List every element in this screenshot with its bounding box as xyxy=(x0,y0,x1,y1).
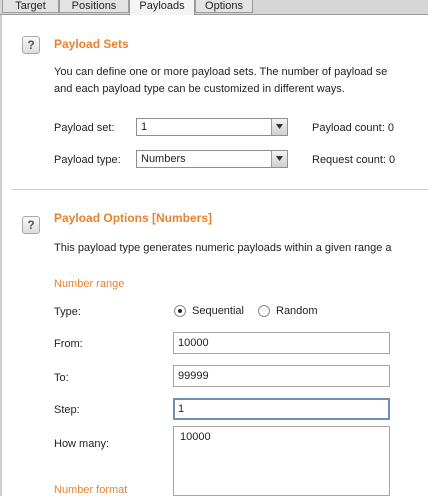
how-many-label: How many: xyxy=(54,438,110,450)
tab-bar: Target Positions Payloads Options xyxy=(0,0,428,15)
step-value: 1 xyxy=(178,403,185,415)
payload-type-select[interactable]: Numbers xyxy=(136,150,288,168)
tab-positions[interactable]: Positions xyxy=(59,0,129,13)
payload-type-label: Payload type: xyxy=(54,154,121,166)
to-field[interactable]: 99999 xyxy=(173,365,390,387)
payload-set-label: Payload set: xyxy=(54,122,115,134)
tab-payloads[interactable]: Payloads xyxy=(129,0,195,15)
from-field[interactable]: 10000 xyxy=(173,332,390,354)
number-format-subheading: Number format xyxy=(54,484,128,496)
random-label: Random xyxy=(276,305,318,317)
payload-sets-description-line2: and each payload type can be customized … xyxy=(54,83,345,95)
request-count-label: Request count: 0 xyxy=(312,154,396,166)
section-divider xyxy=(12,189,428,190)
tab-options[interactable]: Options xyxy=(195,0,253,13)
payload-sets-heading: Payload Sets xyxy=(54,37,129,51)
from-value: 10000 xyxy=(178,337,209,349)
payload-type-value: Numbers xyxy=(141,153,186,165)
payload-options-description: This payload type generates numeric payl… xyxy=(54,242,392,254)
from-label: From: xyxy=(54,338,83,350)
to-value: 99999 xyxy=(178,370,209,382)
sequential-label: Sequential xyxy=(192,305,244,317)
payload-options-heading: Payload Options [Numbers] xyxy=(54,211,213,225)
to-label: To: xyxy=(54,372,69,384)
payload-count-label: Payload count: 0 xyxy=(312,122,394,134)
step-label: Step: xyxy=(54,404,80,416)
help-icon[interactable]: ? xyxy=(22,216,40,234)
radio-random[interactable] xyxy=(258,305,270,317)
radio-sequential[interactable] xyxy=(174,305,186,317)
type-label: Type: xyxy=(54,306,81,318)
panel-left-edge xyxy=(0,15,2,496)
step-field[interactable]: 1 xyxy=(173,398,390,420)
payload-set-value: 1 xyxy=(141,121,148,133)
tab-target[interactable]: Target xyxy=(2,0,59,13)
number-range-subheading: Number range xyxy=(54,278,125,290)
payload-set-select[interactable]: 1 xyxy=(136,118,288,136)
help-icon[interactable]: ? xyxy=(22,36,40,54)
how-many-field[interactable]: 10000 xyxy=(173,426,390,496)
how-many-value: 10000 xyxy=(180,431,211,443)
chevron-down-icon[interactable] xyxy=(271,119,287,135)
payload-sets-description-line1: You can define one or more payload sets.… xyxy=(54,66,388,78)
chevron-down-icon[interactable] xyxy=(271,151,287,167)
